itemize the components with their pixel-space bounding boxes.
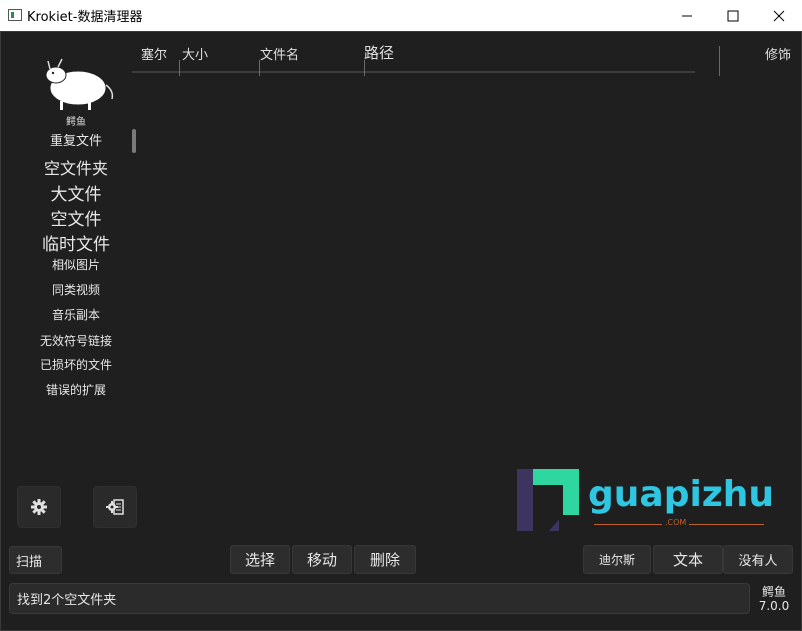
delete-button[interactable]: 删除 bbox=[354, 545, 416, 574]
column-header-file-name[interactable]: 文件名 bbox=[260, 44, 299, 63]
sidebar-item-similar-videos[interactable]: 同类视频 bbox=[22, 281, 130, 298]
sidebar-item-empty-folders[interactable]: 空文件夹 bbox=[22, 155, 130, 179]
column-resize-handle[interactable] bbox=[259, 60, 260, 76]
column-header-size[interactable]: 大小 bbox=[182, 44, 208, 63]
maximize-button[interactable] bbox=[710, 0, 756, 31]
settings-button[interactable] bbox=[17, 486, 61, 528]
close-icon bbox=[773, 10, 785, 21]
status-message: 找到2个空文件夹 bbox=[9, 583, 750, 614]
details-panel-label: 修饰 bbox=[765, 48, 792, 63]
sidebar-item-empty-files[interactable]: 空文件 bbox=[22, 205, 130, 230]
move-button[interactable]: 移动 bbox=[292, 545, 352, 574]
sidebar-item-music-duplicates[interactable]: 音乐副本 bbox=[22, 306, 130, 323]
table-header-divider bbox=[132, 71, 695, 73]
sidebar-item-big-files[interactable]: 大文件 bbox=[22, 180, 130, 205]
version-app-name: 鳄鱼 bbox=[761, 585, 786, 599]
sidebar-item-similar-images[interactable]: 相似图片 bbox=[22, 256, 130, 273]
directories-button[interactable]: 迪尔斯 bbox=[583, 545, 651, 574]
app-icon bbox=[8, 9, 22, 21]
text-button[interactable]: 文本 bbox=[653, 545, 723, 574]
logo-label: 鳄鱼 bbox=[66, 117, 86, 128]
sidebar-item-temporary-files[interactable]: 临时文件 bbox=[22, 230, 130, 255]
watermark-brand: guapizhu bbox=[588, 474, 775, 515]
sidebar-scrollbar[interactable] bbox=[132, 129, 136, 153]
nobody-button[interactable]: 没有人 bbox=[723, 545, 793, 574]
advanced-settings-button[interactable] bbox=[93, 486, 137, 528]
watermark-logo-icon bbox=[517, 469, 579, 531]
gear-icon bbox=[31, 499, 47, 515]
gear-doc-icon bbox=[106, 499, 124, 515]
close-button[interactable] bbox=[756, 0, 802, 31]
column-header-path[interactable]: 路径 bbox=[364, 42, 394, 63]
scan-button[interactable]: 扫描 bbox=[9, 546, 62, 574]
panel-splitter[interactable] bbox=[719, 46, 720, 76]
sidebar-item-broken-files[interactable]: 已损坏的文件 bbox=[22, 356, 130, 373]
window-title: Krokiet-数据清理器 bbox=[27, 10, 143, 25]
version-number: 7.0.0 bbox=[758, 599, 790, 613]
column-header-selection[interactable]: 塞尔 bbox=[141, 44, 167, 63]
minimize-button[interactable] bbox=[664, 0, 710, 31]
title-bar: Krokiet-数据清理器 bbox=[0, 0, 802, 31]
select-button[interactable]: 选择 bbox=[230, 545, 290, 574]
minimize-icon bbox=[682, 15, 692, 16]
maximize-icon bbox=[727, 10, 739, 21]
sidebar-item-bad-extensions[interactable]: 错误的扩展 bbox=[22, 381, 130, 398]
logo-icon bbox=[45, 58, 114, 110]
watermark-suffix: .COM bbox=[662, 518, 690, 527]
column-resize-handle[interactable] bbox=[364, 60, 365, 76]
sidebar-item-duplicate-files[interactable]: 重复文件 bbox=[22, 130, 130, 149]
column-resize-handle[interactable] bbox=[179, 60, 180, 76]
sidebar-item-invalid-symlinks[interactable]: 无效符号链接 bbox=[22, 332, 130, 349]
